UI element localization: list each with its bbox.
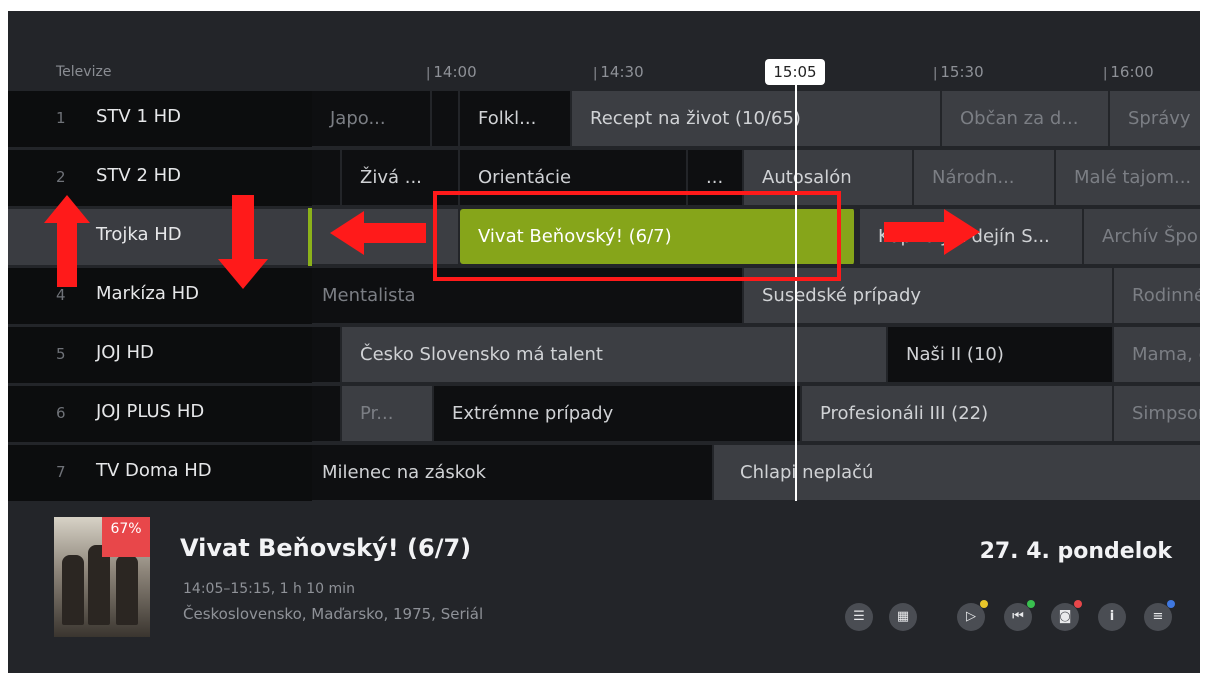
program-cell[interactable]: Simpson: [1114, 386, 1200, 441]
restart-glyph: ⏮: [1012, 609, 1024, 624]
program-cell[interactable]: Občan za d...: [942, 91, 1110, 146]
program-cell[interactable]: Japo...: [312, 91, 432, 146]
red-dot: [1074, 600, 1082, 608]
poster-figure: [116, 555, 138, 625]
channel-number: 1: [56, 109, 66, 127]
time-tick-1430: 14:30: [593, 63, 643, 81]
program-cell[interactable]: Profesionáli III (22): [802, 386, 1114, 441]
time-tick-1400: 14:00: [426, 63, 476, 81]
channels-header-label: Televize: [56, 64, 112, 80]
program-cell[interactable]: Mama, c: [1114, 327, 1200, 382]
program-cell[interactable]: Česko Slovensko má talent: [342, 327, 888, 382]
channel-name: Markíza HD: [96, 283, 199, 304]
program-cell[interactable]: Chlapi neplačú: [714, 445, 1200, 500]
channel-number: 4: [56, 286, 66, 304]
current-time-line: [795, 83, 797, 501]
program-cell[interactable]: Správy: [1110, 91, 1200, 146]
poster-figure: [88, 545, 110, 625]
record-glyph: ◙: [1058, 609, 1072, 624]
program-cell[interactable]: Archív Špo: [1084, 209, 1200, 264]
channel-row-6[interactable]: 6 JOJ PLUS HD: [8, 386, 312, 442]
channel-row-5[interactable]: 5 JOJ HD: [8, 327, 312, 383]
channel-number: 5: [56, 345, 66, 363]
arrow-up-icon: [44, 195, 90, 287]
channel-row-7[interactable]: 7 TV Doma HD: [8, 445, 312, 501]
program-cell[interactable]: [432, 91, 460, 146]
info-icon[interactable]: i: [1098, 603, 1126, 631]
program-grid: Japo... Folkl... Recept na život (10/65)…: [312, 89, 1200, 502]
channel-name: Trojka HD: [96, 224, 182, 245]
program-cell[interactable]: [312, 150, 342, 205]
list-icon[interactable]: ☰: [845, 603, 873, 631]
program-cell[interactable]: Pr...: [342, 386, 434, 441]
menu-icon[interactable]: ≡: [1144, 600, 1175, 631]
channel-name: JOJ HD: [96, 342, 154, 363]
menu-glyph: ≡: [1152, 609, 1164, 624]
program-cell[interactable]: Rodinné: [1114, 268, 1200, 323]
channel-number: 7: [56, 463, 66, 481]
arrow-right-icon: [884, 209, 980, 255]
record-icon[interactable]: ◙: [1051, 600, 1082, 631]
time-tick-1530: 15:30: [933, 63, 983, 81]
channel-name: TV Doma HD: [96, 460, 212, 481]
channel-name: JOJ PLUS HD: [96, 401, 205, 422]
program-cell[interactable]: Extrémne prípady: [434, 386, 802, 441]
channel-name: STV 2 HD: [96, 165, 182, 186]
program-cell[interactable]: Milenec na záskok: [312, 445, 714, 500]
focus-highlight-box: [433, 191, 841, 281]
program-cell[interactable]: [312, 386, 342, 441]
program-title: Vivat Beňovský! (6/7): [180, 534, 472, 562]
poster-figure: [62, 555, 84, 625]
arrow-down-icon: [218, 195, 268, 289]
play-glyph: ▷: [966, 609, 976, 624]
watch-progress-badge: 67%: [102, 517, 150, 557]
arrow-left-icon: [330, 211, 426, 255]
time-tick-1600: 16:00: [1103, 63, 1153, 81]
channel-number: 2: [56, 168, 66, 186]
yellow-dot: [980, 600, 988, 608]
blue-dot: [1167, 600, 1175, 608]
program-detail-panel: 67% Vivat Beňovský! (6/7) 14:05–15:15, 1…: [8, 501, 1200, 673]
program-poster: 67%: [54, 517, 150, 637]
current-time-label: 15:05: [765, 59, 825, 85]
channel-row-1[interactable]: 1 STV 1 HD: [8, 91, 312, 147]
program-cell[interactable]: [312, 327, 342, 382]
program-cell[interactable]: Folkl...: [460, 91, 572, 146]
program-time: 14:05–15:15, 1 h 10 min: [183, 581, 355, 597]
restart-icon[interactable]: ⏮: [1004, 600, 1035, 631]
play-icon[interactable]: ▷: [957, 600, 988, 631]
green-dot: [1027, 600, 1035, 608]
program-cell[interactable]: Recept na život (10/65): [572, 91, 942, 146]
program-cell[interactable]: Naši II (10): [888, 327, 1114, 382]
channel-number: 6: [56, 404, 66, 422]
tv-guide-screen: Televize 14:00 14:30 15:30 16:00 15:05 1…: [8, 11, 1200, 673]
program-cell[interactable]: Malé tajom...: [1056, 150, 1200, 205]
program-cell[interactable]: Národn...: [914, 150, 1056, 205]
program-description: Československo, Maďarsko, 1975, Seriál: [183, 605, 484, 623]
guide-date: 27. 4. pondelok: [979, 539, 1172, 564]
calendar-icon[interactable]: ▦: [889, 603, 917, 631]
channel-name: STV 1 HD: [96, 106, 182, 127]
